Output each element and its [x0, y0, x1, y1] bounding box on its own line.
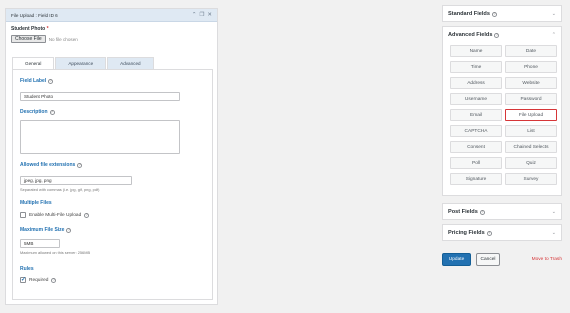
cancel-button[interactable]: Cancel — [476, 253, 500, 266]
help-icon[interactable]: ? — [84, 212, 90, 218]
add-list-field-button[interactable]: List — [505, 125, 557, 137]
description-textarea[interactable] — [20, 120, 180, 154]
max-file-size-label-text: Maximum File Size — [20, 227, 65, 233]
post-fields-title: Post Fields — [448, 209, 478, 215]
duplicate-icon[interactable]: ❐ — [199, 12, 204, 18]
standard-fields-title: Standard Fields — [448, 11, 490, 17]
help-icon[interactable]: ? — [494, 32, 500, 38]
tab-advanced[interactable]: Advanced — [107, 57, 154, 69]
tab-appearance[interactable]: Appearance — [55, 57, 107, 69]
no-file-chosen-text: No file chosen — [48, 36, 78, 42]
general-settings-panel: Field Label ? Student Photo Description … — [12, 69, 213, 300]
help-icon[interactable]: ? — [479, 209, 485, 215]
max-file-size-heading: Maximum File Size ? — [20, 227, 72, 233]
add-website-field-button[interactable]: Website — [505, 77, 557, 89]
field-preview: Student Photo * Choose File No file chos… — [6, 22, 217, 43]
post-fields-header[interactable]: Post Fields? ⌄ — [443, 204, 561, 220]
advanced-fields-title: Advanced Fields — [448, 32, 493, 38]
field-actions: Update Cancel Move to Trash — [442, 253, 562, 266]
chevron-down-icon[interactable]: ⌄ — [552, 11, 556, 17]
add-username-field-button[interactable]: Username — [450, 93, 502, 105]
help-icon[interactable]: ? — [66, 227, 72, 233]
field-editor-header: File Upload : Field ID 6 ⌃ ❐ ✕ — [6, 9, 217, 22]
description-label-text: Description — [20, 109, 48, 115]
field-editor-title: File Upload : Field ID 6 — [11, 12, 58, 18]
add-survey-field-button[interactable]: Survey — [505, 173, 557, 185]
help-icon[interactable]: ? — [491, 11, 497, 17]
allowed-extensions-help: Separated with commas (i.e. jpg, gif, pn… — [20, 187, 100, 192]
chevron-down-icon[interactable]: ⌄ — [552, 209, 556, 215]
help-icon[interactable]: ? — [49, 109, 55, 115]
multi-file-option[interactable]: Enable Multi-File Upload ? — [20, 212, 90, 218]
description-heading: Description ? — [20, 109, 55, 115]
update-button[interactable]: Update — [442, 253, 471, 266]
rules-heading: Rules — [20, 266, 34, 272]
max-file-size-help: Maximum allowed on this server: 256MB — [20, 250, 91, 255]
help-icon[interactable]: ? — [486, 230, 492, 236]
add-date-field-button[interactable]: Date — [505, 45, 557, 57]
add-chained-selects-field-button[interactable]: Chained Selects — [505, 141, 557, 153]
delete-icon[interactable]: ✕ — [207, 12, 212, 18]
help-icon[interactable]: ? — [51, 277, 57, 283]
standard-fields-header[interactable]: Standard Fields? ⌄ — [443, 6, 561, 22]
field-label-text: Field Label — [20, 78, 47, 84]
add-consent-field-button[interactable]: Consent — [450, 141, 502, 153]
pricing-fields-title: Pricing Fields — [448, 230, 485, 236]
add-email-field-button[interactable]: Email — [450, 109, 502, 121]
field-label-input[interactable]: Student Photo — [20, 92, 180, 101]
add-poll-field-button[interactable]: Poll — [450, 157, 502, 169]
preview-label: Student Photo — [11, 26, 46, 32]
add-password-field-button[interactable]: Password — [505, 93, 557, 105]
add-signature-field-button[interactable]: Signature — [450, 173, 502, 185]
multiple-files-heading: Multiple Files — [20, 200, 52, 206]
max-file-size-input[interactable]: 5MB — [20, 239, 60, 248]
required-asterisk: * — [46, 26, 49, 32]
standard-fields-panel: Standard Fields? ⌄ — [442, 5, 562, 22]
allowed-extensions-input[interactable]: jpeg, jpg, png — [20, 176, 132, 185]
pricing-fields-header[interactable]: Pricing Fields? ⌄ — [443, 225, 561, 241]
chevron-up-icon[interactable]: ⌃ — [552, 32, 556, 38]
field-label-heading: Field Label ? — [20, 78, 54, 84]
add-captcha-field-button[interactable]: CAPTCHA — [450, 125, 502, 137]
chevron-down-icon[interactable]: ⌄ — [552, 230, 556, 236]
add-quiz-field-button[interactable]: Quiz — [505, 157, 557, 169]
collapse-icon[interactable]: ⌃ — [192, 12, 197, 18]
required-checkbox-label: Required — [29, 277, 49, 283]
multi-file-checkbox-label: Enable Multi-File Upload — [29, 212, 82, 218]
add-address-field-button[interactable]: Address — [450, 77, 502, 89]
post-fields-panel: Post Fields? ⌄ — [442, 203, 562, 220]
advanced-fields-grid: Name Date Time Phone Address Website Use… — [443, 43, 561, 191]
allowed-extensions-label-text: Allowed file extensions — [20, 162, 76, 168]
choose-file-button[interactable]: Choose File — [11, 35, 46, 43]
allowed-extensions-heading: Allowed file extensions ? — [20, 162, 83, 168]
advanced-fields-panel: Advanced Fields? ⌃ Name Date Time Phone … — [442, 26, 562, 196]
help-icon[interactable]: ? — [77, 162, 83, 168]
move-to-trash-link[interactable]: Move to Trash — [532, 257, 562, 262]
required-checkbox[interactable] — [20, 276, 26, 283]
help-icon[interactable]: ? — [48, 78, 54, 84]
add-phone-field-button[interactable]: Phone — [505, 61, 557, 73]
pricing-fields-panel: Pricing Fields? ⌄ — [442, 224, 562, 241]
add-time-field-button[interactable]: Time — [450, 61, 502, 73]
multi-file-checkbox[interactable] — [20, 212, 26, 218]
required-option[interactable]: Required ? — [20, 276, 57, 283]
advanced-fields-header[interactable]: Advanced Fields? ⌃ — [443, 27, 561, 43]
add-name-field-button[interactable]: Name — [450, 45, 502, 57]
add-file-upload-field-button[interactable]: File Upload — [505, 109, 557, 121]
